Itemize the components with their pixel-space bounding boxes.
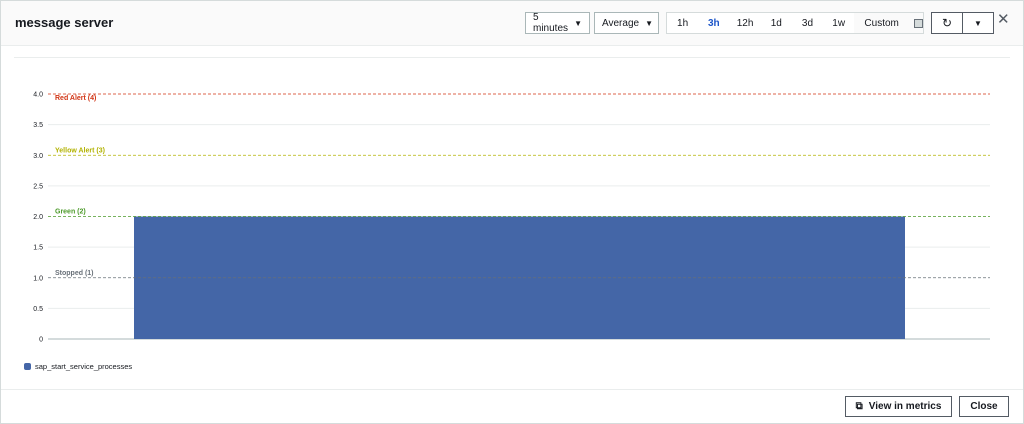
y-tick-label: 1.5: [33, 245, 43, 252]
y-tick-label: 0: [39, 337, 43, 344]
footer-divider: [1, 389, 1023, 390]
close-button[interactable]: Close: [959, 396, 1009, 417]
y-tick-label: 2.5: [33, 183, 43, 190]
y-tick-label: 2.0: [33, 214, 43, 221]
y-tick-label: 0.5: [33, 306, 43, 313]
y-tick-label: 4.0: [33, 92, 43, 99]
view-in-metrics-button[interactable]: ⧉ View in metrics: [845, 396, 952, 417]
threshold-label: Red Alert (4): [55, 95, 96, 102]
view-in-metrics-label: View in metrics: [868, 401, 942, 412]
threshold-label: Green (2): [55, 209, 86, 216]
external-link-icon: ⧉: [855, 401, 863, 412]
legend-swatch: [24, 363, 31, 370]
y-tick-label: 3.0: [33, 153, 43, 160]
y-tick-label: 1.0: [33, 275, 43, 282]
threshold-label: Stopped (1): [55, 270, 94, 277]
y-tick-label: 3.5: [33, 122, 43, 129]
close-label: Close: [970, 401, 998, 412]
legend: sap_start_service_processes: [24, 362, 132, 371]
threshold-label: Yellow Alert (3): [55, 147, 105, 154]
chart: 0 0.5 1.0 1.5 2.0 2.5 3.0 3.5 4.0 Red Alert (4) Ye…: [33, 92, 990, 344]
legend-label[interactable]: sap_start_service_processes: [35, 362, 132, 371]
